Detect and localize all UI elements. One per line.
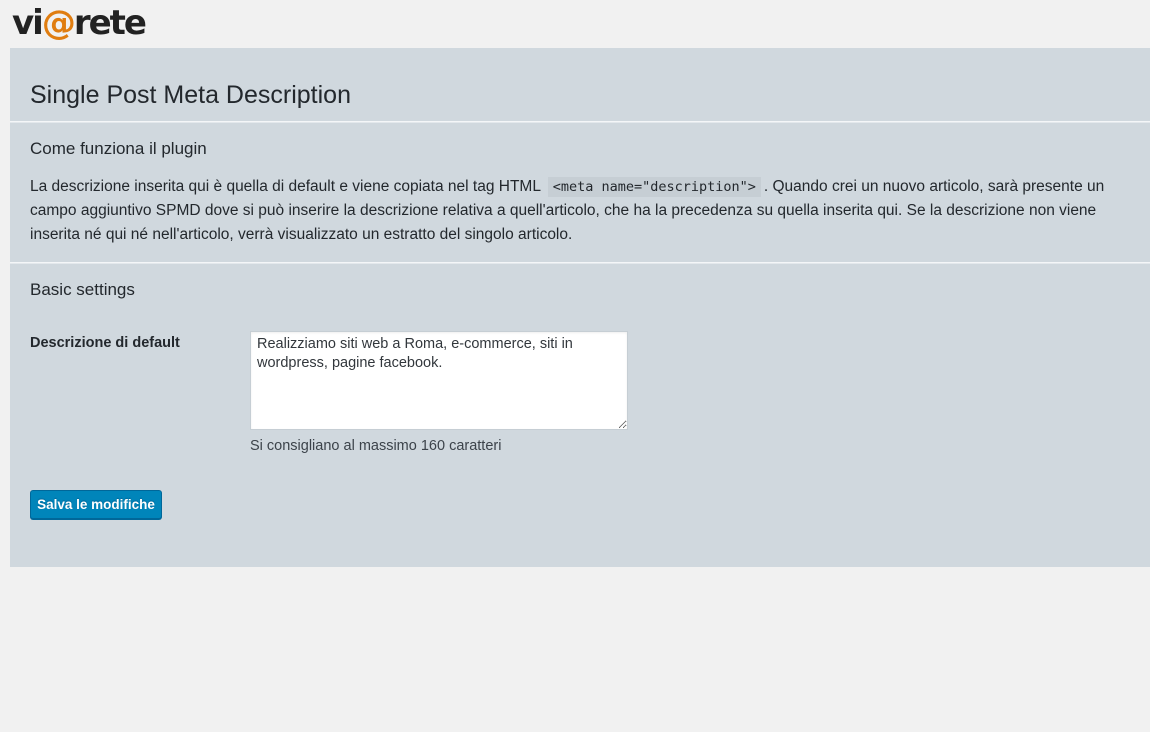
description-text-before: La descrizione inserita qui è quella di … [30, 178, 541, 195]
meta-tag-code: <meta name="description"> [547, 177, 761, 197]
save-changes-button[interactable]: Salva le modifiche [30, 490, 162, 519]
character-limit-hint: Si consigliano al massimo 160 caratteri [250, 438, 502, 454]
how-it-works-title: Come funziona il plugin [30, 139, 207, 158]
divider [10, 121, 1150, 123]
default-description-label: Descrizione di default [30, 335, 180, 351]
viarete-logo[interactable]: vi@rete [12, 3, 147, 43]
page-title: Single Post Meta Description [30, 81, 351, 109]
logo-text-vi: vi [12, 3, 44, 43]
default-description-textarea[interactable]: Realizziamo siti web a Roma, e-commerce,… [250, 331, 628, 430]
logo-at-symbol: @ [41, 3, 76, 43]
plugin-description: La descrizione inserita qui è quella di … [30, 175, 1120, 247]
settings-panel: Single Post Meta Description Come funzio… [10, 48, 1150, 567]
logo-text-rete: rete [73, 3, 147, 43]
basic-settings-title: Basic settings [30, 280, 135, 299]
divider [10, 262, 1150, 264]
